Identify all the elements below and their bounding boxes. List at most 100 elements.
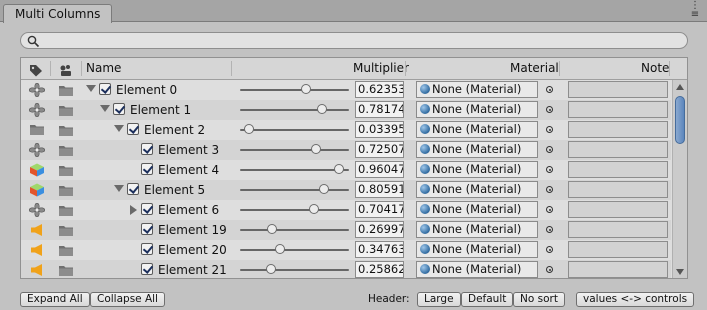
object-picker-icon[interactable] [546, 186, 553, 193]
object-picker-icon[interactable] [546, 206, 553, 213]
multiplier-slider[interactable] [240, 129, 349, 131]
window-menu-icon[interactable]: ⋮ ≡ [687, 1, 703, 20]
tree-row[interactable]: Element 3 0.72507 None (Material) [21, 140, 671, 160]
note-field[interactable] [568, 201, 668, 218]
row-checkbox[interactable] [141, 243, 153, 255]
note-field[interactable] [568, 81, 668, 98]
collapse-arrow-icon[interactable] [114, 125, 124, 132]
scroll-thumb[interactable] [675, 96, 685, 144]
header-multiplier[interactable]: Multiplier [353, 58, 409, 79]
tree-row[interactable]: Element 2 0.03395 None (Material) [21, 120, 671, 140]
header-default-button[interactable]: Default [461, 292, 514, 307]
multiplier-slider[interactable] [240, 169, 349, 171]
material-field[interactable]: None (Material) [416, 261, 538, 278]
multiplier-slider[interactable] [240, 209, 349, 211]
no-sort-button[interactable]: No sort [513, 292, 565, 307]
multiplier-slider[interactable] [240, 89, 349, 91]
multiplier-field[interactable]: 0.78174 [355, 101, 404, 118]
object-picker-icon[interactable] [546, 246, 553, 253]
object-picker-icon[interactable] [546, 266, 553, 273]
scroll-up-arrow-icon[interactable] [676, 84, 684, 90]
row-checkbox[interactable] [113, 103, 125, 115]
multiplier-field[interactable]: 0.70417 [355, 201, 404, 218]
slider-thumb[interactable] [244, 124, 255, 134]
row-checkbox[interactable] [141, 163, 153, 175]
vertical-scrollbar[interactable] [672, 80, 687, 278]
material-field[interactable]: None (Material) [416, 81, 538, 98]
expand-all-button[interactable]: Expand All [20, 292, 90, 307]
collapse-arrow-icon[interactable] [114, 185, 124, 192]
multiplier-slider[interactable] [240, 189, 349, 191]
collapse-arrow-icon[interactable] [100, 105, 110, 112]
note-field[interactable] [568, 221, 668, 238]
note-field[interactable] [568, 141, 668, 158]
note-field[interactable] [568, 261, 668, 278]
material-field[interactable]: None (Material) [416, 241, 538, 258]
multiplier-field[interactable]: 0.62353 [355, 81, 404, 98]
row-checkbox[interactable] [141, 203, 153, 215]
slider-thumb[interactable] [266, 264, 277, 274]
slider-thumb[interactable] [319, 184, 330, 194]
note-field[interactable] [568, 241, 668, 258]
tree-row[interactable]: Element 0 0.62353 None (Material) [21, 80, 671, 100]
slider-thumb[interactable] [316, 104, 327, 114]
tree-row[interactable]: Element 21 0.25862 None (Material) [21, 260, 671, 278]
material-field[interactable]: None (Material) [416, 101, 538, 118]
object-picker-icon[interactable] [546, 106, 553, 113]
search-field[interactable] [20, 32, 688, 49]
tree-row[interactable]: Element 1 0.78174 None (Material) [21, 100, 671, 120]
search-input[interactable] [43, 33, 673, 48]
multiplier-slider[interactable] [240, 149, 349, 151]
collapse-all-button[interactable]: Collapse All [90, 292, 165, 307]
note-field[interactable] [568, 101, 668, 118]
multiplier-field[interactable]: 0.96047 [355, 161, 404, 178]
material-field[interactable]: None (Material) [416, 221, 538, 238]
object-picker-icon[interactable] [546, 226, 553, 233]
note-field[interactable] [568, 161, 668, 178]
header-material[interactable]: Material [510, 58, 559, 79]
row-checkbox[interactable] [127, 123, 139, 135]
row-checkbox[interactable] [127, 183, 139, 195]
object-picker-icon[interactable] [546, 166, 553, 173]
object-picker-icon[interactable] [546, 146, 553, 153]
scene-icon[interactable] [58, 63, 74, 76]
multiplier-field[interactable]: 0.26997 [355, 221, 404, 238]
multiplier-field[interactable]: 0.72507 [355, 141, 404, 158]
tag-icon[interactable] [29, 63, 43, 77]
slider-thumb[interactable] [334, 164, 345, 174]
multiplier-field[interactable]: 0.80591 [355, 181, 404, 198]
tree-row[interactable]: Element 6 0.70417 None (Material) [21, 200, 671, 220]
row-checkbox[interactable] [141, 263, 153, 275]
scroll-down-arrow-icon[interactable] [676, 269, 684, 275]
row-checkbox[interactable] [141, 143, 153, 155]
slider-thumb[interactable] [301, 84, 312, 94]
tree-row[interactable]: Element 19 0.26997 None (Material) [21, 220, 671, 240]
multiplier-slider[interactable] [240, 109, 349, 111]
multiplier-field[interactable]: 0.03395 [355, 121, 404, 138]
tree-row[interactable]: Element 20 0.34763 None (Material) [21, 240, 671, 260]
collapse-arrow-icon[interactable] [86, 85, 96, 92]
note-field[interactable] [568, 121, 668, 138]
material-field[interactable]: None (Material) [416, 161, 538, 178]
note-field[interactable] [568, 181, 668, 198]
row-checkbox[interactable] [99, 83, 111, 95]
slider-thumb[interactable] [267, 224, 278, 234]
slider-thumb[interactable] [309, 204, 320, 214]
material-field[interactable]: None (Material) [416, 201, 538, 218]
tree-row[interactable]: Element 4 0.96047 None (Material) [21, 160, 671, 180]
material-field[interactable]: None (Material) [416, 121, 538, 138]
material-field[interactable]: None (Material) [416, 181, 538, 198]
multiplier-slider[interactable] [240, 269, 349, 271]
header-note[interactable]: Note [641, 58, 669, 79]
multiplier-field[interactable]: 0.34763 [355, 241, 404, 258]
object-picker-icon[interactable] [546, 86, 553, 93]
expand-arrow-icon[interactable] [130, 205, 137, 215]
slider-thumb[interactable] [311, 144, 322, 154]
multiplier-field[interactable]: 0.25862 [355, 261, 404, 278]
slider-thumb[interactable] [274, 244, 285, 254]
values-controls-button[interactable]: values <-> controls [576, 292, 695, 307]
header-large-button[interactable]: Large [417, 292, 461, 307]
row-checkbox[interactable] [141, 223, 153, 235]
multiplier-slider[interactable] [240, 249, 349, 251]
tab-multi-columns[interactable]: Multi Columns [3, 4, 113, 23]
